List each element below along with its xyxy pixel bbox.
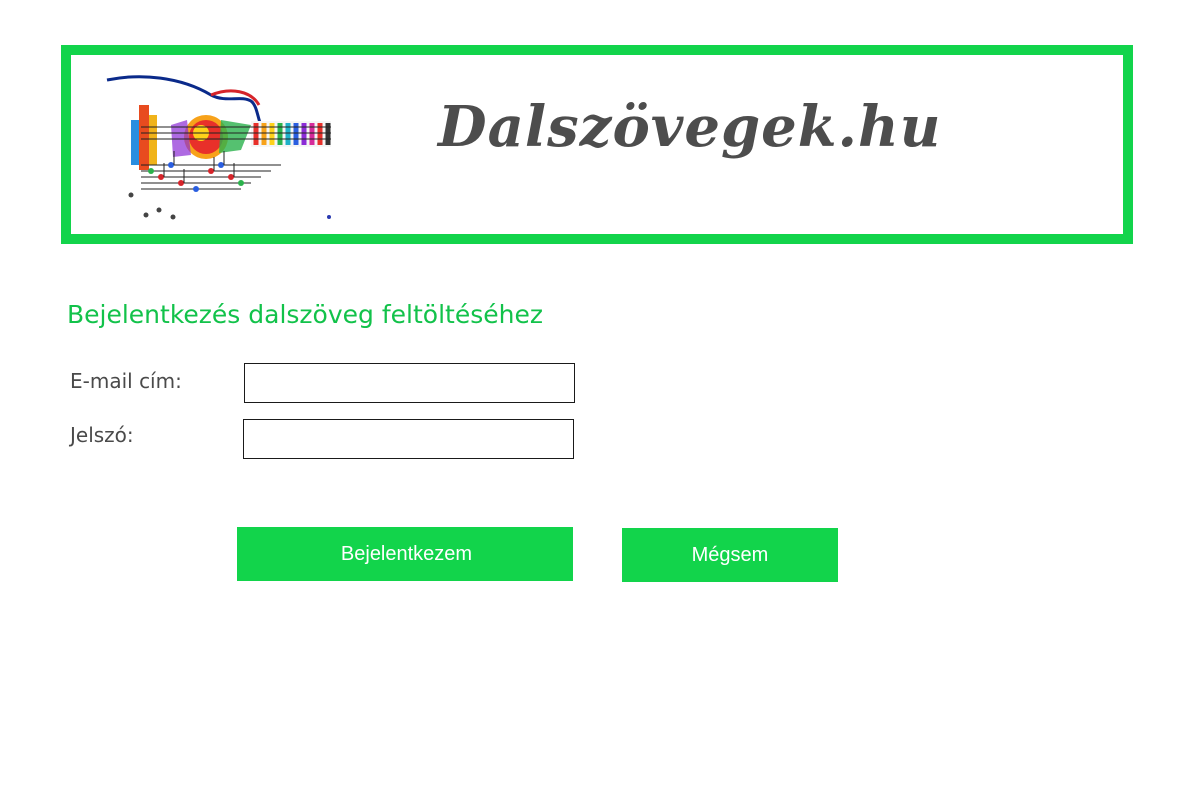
email-field[interactable] [244,363,575,403]
site-title: Dalszövegek.hu [438,94,942,160]
form-heading: Bejelentkezés dalszöveg feltöltéséhez [67,300,543,329]
header-banner: Dalszövegek.hu [61,45,1133,244]
guitar-music-notes-icon [106,75,331,220]
cancel-button[interactable]: Mégsem [622,528,838,582]
password-label: Jelszó: [70,423,134,447]
password-field[interactable] [243,419,574,459]
login-button[interactable]: Bejelentkezem [237,527,573,581]
email-label: E-mail cím: [70,369,182,393]
